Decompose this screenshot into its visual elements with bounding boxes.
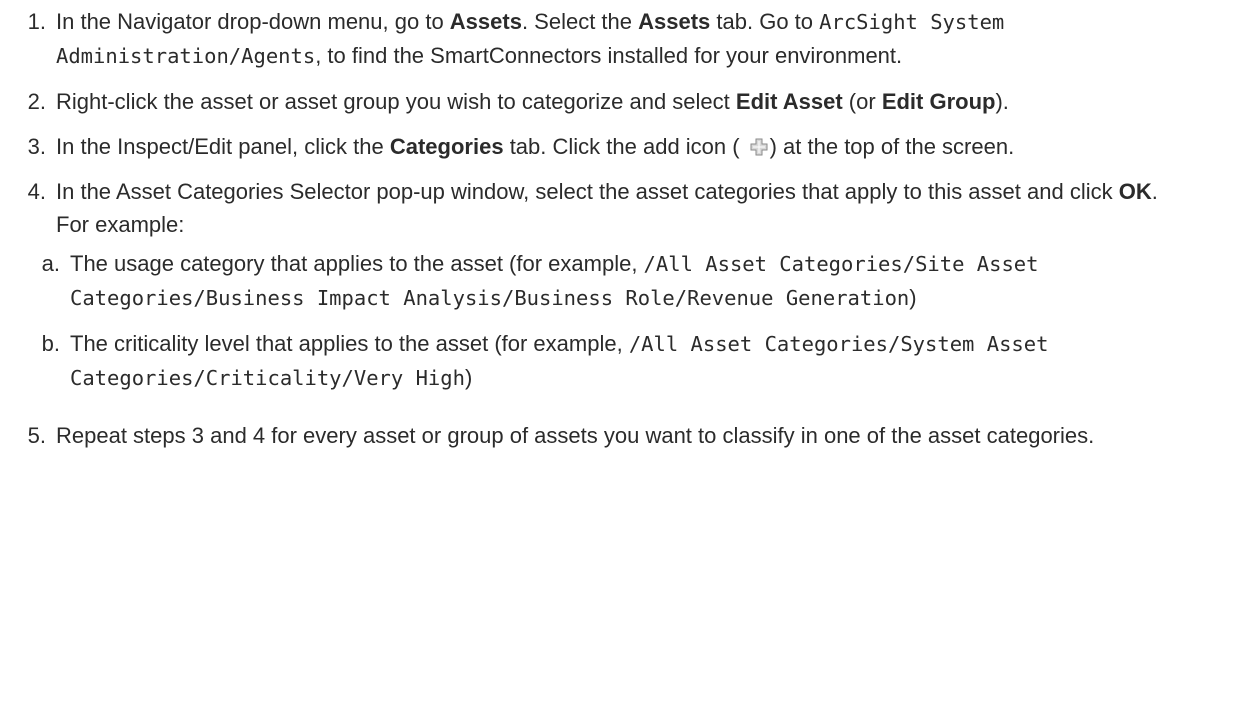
steps-list: 1. In the Navigator drop-down menu, go t…: [0, 5, 1222, 452]
substep-a: a. The usage category that applies to th…: [0, 247, 1182, 315]
step-5: 5. Repeat steps 3 and 4 for every asset …: [0, 419, 1222, 452]
step-text: In the Asset Categories Selector pop-up …: [42, 175, 1222, 407]
step-number: 2.: [27, 89, 46, 114]
bold-term: Assets: [449, 9, 522, 34]
step-number: 1.: [27, 9, 46, 34]
step-text: Repeat steps 3 and 4 for every asset or …: [56, 419, 1222, 452]
text-run: Right-click the asset or asset group you…: [56, 89, 736, 114]
bold-term: Edit Group: [881, 89, 996, 114]
substep-b: b. The criticality level that applies to…: [0, 327, 1182, 395]
text-run: , to find the SmartConnectors installed …: [315, 43, 903, 68]
substep-letter: a.: [41, 251, 60, 276]
text-run: In the Asset Categories Selector pop-up …: [56, 179, 1119, 204]
step-number: 3.: [27, 134, 46, 159]
text-run: (or: [842, 89, 882, 114]
text-run: Repeat steps 3 and 4 for every asset or …: [56, 423, 1095, 448]
text-run: ): [909, 285, 917, 310]
text-run: In the Navigator drop-down menu, go to: [56, 9, 450, 34]
text-run: The usage category that applies to the a…: [70, 251, 644, 276]
add-icon: [750, 132, 768, 156]
text-run: In the Inspect/Edit panel, click the: [56, 134, 390, 159]
step-2: 2. Right-click the asset or asset group …: [0, 85, 1222, 118]
text-run: tab. Go to: [710, 9, 820, 34]
step-1: 1. In the Navigator drop-down menu, go t…: [0, 5, 1222, 73]
step-4-intro: In the Asset Categories Selector pop-up …: [56, 175, 1182, 241]
text-run: tab. Click the add icon (: [503, 134, 740, 159]
text-run: . Select the: [521, 9, 639, 34]
text-run: The criticality level that applies to th…: [70, 331, 629, 356]
step-4: 4. In the Asset Categories Selector pop-…: [0, 175, 1222, 407]
step-text: In the Navigator drop-down menu, go to A…: [56, 5, 1222, 73]
bold-term: Edit Asset: [735, 89, 843, 114]
instructions-page: 1. In the Navigator drop-down menu, go t…: [0, 0, 1242, 723]
text-run: ) at the top of the screen.: [769, 134, 1015, 159]
bold-term: OK: [1118, 179, 1152, 204]
text-run: ).: [995, 89, 1009, 114]
text-run: ): [464, 365, 473, 390]
substep-letter: b.: [41, 331, 60, 356]
substep-text: The criticality level that applies to th…: [70, 327, 1182, 395]
bold-term: Assets: [638, 9, 711, 34]
substep-text: The usage category that applies to the a…: [70, 247, 1182, 315]
bold-term: Categories: [389, 134, 504, 159]
step-3: 3. In the Inspect/Edit panel, click the …: [0, 130, 1222, 163]
step-text: Right-click the asset or asset group you…: [56, 85, 1222, 118]
step-text: In the Inspect/Edit panel, click the Cat…: [56, 130, 1222, 163]
step-number: 5.: [27, 423, 46, 448]
